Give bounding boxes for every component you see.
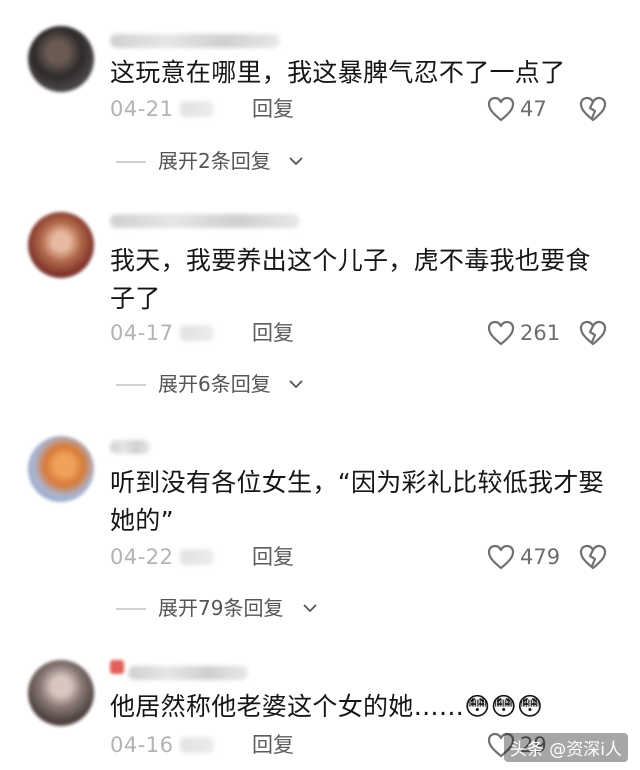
chevron-down-icon [289, 380, 303, 389]
location-blurred [180, 101, 214, 117]
like-count: 479 [520, 545, 561, 569]
chevron-down-icon [289, 157, 303, 166]
comment-date: 04-16 [110, 733, 174, 757]
expand-replies-label: 展开6条回复 [158, 372, 271, 396]
broken-heart-icon[interactable] [578, 94, 608, 124]
divider [116, 608, 146, 610]
divider [116, 161, 146, 163]
comment-text: 这玩意在哪里，我这暴脾气忍不了一点了 [110, 58, 566, 87]
reply-button[interactable]: 回复 [252, 316, 294, 350]
username-blurred[interactable] [110, 34, 280, 48]
watermark: 头条 @资深i人 [503, 733, 628, 762]
chevron-down-icon [303, 604, 317, 613]
comment-text: 听到没有各位女生，“因为彩礼比较低我才娶她的” [110, 468, 604, 535]
avatar[interactable] [28, 26, 94, 92]
like-count: 47 [520, 97, 547, 121]
heart-outline-icon[interactable] [486, 94, 516, 124]
like-count: 261 [520, 321, 561, 345]
heart-outline-icon[interactable] [486, 318, 516, 348]
username-blurred[interactable] [110, 214, 300, 228]
expand-replies-button[interactable]: 展开79条回复 [116, 593, 416, 623]
heart-outline-icon[interactable] [486, 542, 516, 572]
expand-replies-label: 展开2条回复 [158, 149, 271, 173]
comment-meta: 04-21 回复 47 [110, 92, 620, 126]
expand-replies-button[interactable]: 展开6条回复 [116, 369, 416, 399]
broken-heart-icon[interactable] [578, 542, 608, 572]
comment-text: 我天，我要养出这个儿子，虎不毒我也要食子了 [110, 246, 591, 313]
username-badge [110, 660, 124, 674]
comment-date: 04-21 [110, 97, 174, 121]
reply-button[interactable]: 回复 [252, 92, 294, 126]
location-blurred [180, 737, 214, 753]
avatar[interactable] [28, 660, 94, 726]
divider [116, 384, 146, 386]
avatar[interactable] [28, 212, 94, 278]
username-blurred[interactable] [110, 440, 150, 454]
expand-replies-label: 展开79条回复 [158, 596, 284, 620]
avatar[interactable] [28, 436, 94, 502]
broken-heart-icon[interactable] [578, 318, 608, 348]
location-blurred [180, 549, 214, 565]
reply-button[interactable]: 回复 [252, 540, 294, 574]
comment-date: 04-22 [110, 545, 174, 569]
comment-meta: 04-22 回复 479 [110, 540, 620, 574]
reply-button[interactable]: 回复 [252, 728, 294, 762]
location-blurred [180, 325, 214, 341]
comment-text: 他居然称他老婆这个女的她……😳😳😳 [110, 692, 544, 721]
comment-date: 04-17 [110, 321, 174, 345]
username-blurred[interactable] [128, 666, 248, 680]
comment-meta: 04-17 回复 261 [110, 316, 620, 350]
expand-replies-button[interactable]: 展开2条回复 [116, 146, 416, 176]
